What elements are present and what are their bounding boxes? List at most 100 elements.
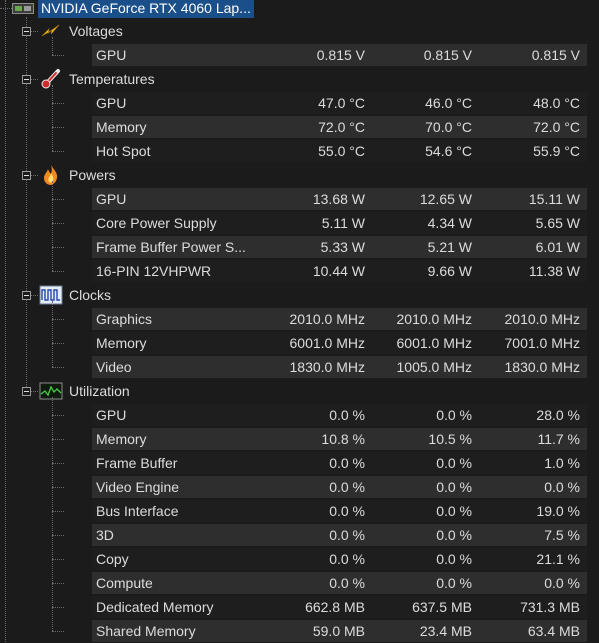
tree-connector — [52, 535, 64, 536]
sensor-value-max: 55.9 °C — [533, 143, 580, 159]
sensor-value-max: 1.0 % — [544, 455, 580, 471]
sensor-row[interactable]: Graphics 2010.0 MHz 2010.0 MHz 2010.0 MHz — [0, 307, 599, 331]
category-temperatures[interactable]: Temperatures — [0, 67, 599, 91]
sensor-value-max: 63.4 MB — [527, 623, 580, 639]
sensor-value-current: 59.0 MB — [312, 623, 365, 639]
sensor-value-current: 0.0 % — [329, 551, 365, 567]
sensor-value-min: 1005.0 MHz — [396, 359, 472, 375]
sensor-value-max: 0.0 % — [544, 575, 580, 591]
sensor-value-current: 5.33 W — [320, 239, 365, 255]
sensor-row[interactable]: Bus Interface 0.0 % 0.0 % 19.0 % — [0, 499, 599, 523]
sensor-value-current: 0.0 % — [329, 407, 365, 423]
tree-branch-line — [52, 37, 53, 55]
category-label: Powers — [69, 167, 116, 183]
sensor-row[interactable]: GPU 0.0 % 0.0 % 28.0 % — [0, 403, 599, 427]
sensor-value-max: 7.5 % — [544, 527, 580, 543]
sensor-value-min: 0.0 % — [436, 407, 472, 423]
sensor-row[interactable]: Shared Memory 59.0 MB 23.4 MB 63.4 MB — [0, 619, 599, 643]
thermometer-icon — [39, 68, 63, 90]
sensor-row[interactable]: Frame Buffer Power S... 5.33 W 5.21 W 6.01 … — [0, 235, 599, 259]
sensor-row[interactable]: Video Engine 0.0 % 0.0 % 0.0 % — [0, 475, 599, 499]
sensor-value-max: 0.0 % — [544, 479, 580, 495]
sensor-row[interactable]: GPU 13.68 W 12.65 W 15.11 W — [0, 187, 599, 211]
sensor-value-current: 662.8 MB — [305, 599, 365, 615]
sensor-value-max: 7001.0 MHz — [504, 335, 580, 351]
sensor-value-current: 0.815 V — [316, 47, 365, 63]
tree-connector — [31, 31, 38, 32]
sensor-row[interactable]: Copy 0.0 % 0.0 % 21.1 % — [0, 547, 599, 571]
gpu-root-node[interactable]: NVIDIA GeForce RTX 4060 Lap... — [0, 0, 599, 18]
sensor-name: Compute — [96, 575, 153, 591]
sensor-row[interactable]: 16-PIN 12VHPWR 10.44 W 9.66 W 11.38 W — [0, 259, 599, 283]
sensor-name: Frame Buffer Power S... — [96, 239, 246, 255]
sensor-row[interactable]: GPU 47.0 °C 46.0 °C 48.0 °C — [0, 91, 599, 115]
sensor-name: 16-PIN 12VHPWR — [96, 263, 212, 279]
tree-connector — [0, 8, 12, 9]
sensor-value-min: 0.0 % — [436, 551, 472, 567]
category-utilization[interactable]: Utilization — [0, 379, 599, 403]
sensor-value-max: 0.815 V — [531, 47, 580, 63]
lightning-icon — [39, 20, 63, 42]
sensor-value-current: 6001.0 MHz — [289, 335, 365, 351]
sensor-row[interactable]: Compute 0.0 % 0.0 % 0.0 % — [0, 571, 599, 595]
sensor-value-max: 5.65 W — [535, 215, 580, 231]
sensor-row[interactable]: GPU 0.815 V 0.815 V 0.815 V — [0, 43, 599, 67]
sensor-value-current: 0.0 % — [329, 455, 365, 471]
sensor-row[interactable]: Frame Buffer 0.0 % 0.0 % 1.0 % — [0, 451, 599, 475]
sensor-value-current: 1830.0 MHz — [289, 359, 365, 375]
sensor-name: Frame Buffer — [96, 455, 178, 471]
sensor-value-min: 54.6 °C — [425, 143, 472, 159]
sensor-value-min: 10.5 % — [428, 431, 472, 447]
sensor-name: 3D — [96, 527, 114, 543]
tree-branch-line — [52, 85, 53, 151]
collapse-toggle[interactable] — [22, 171, 31, 180]
sensor-value-min: 70.0 °C — [425, 119, 472, 135]
tree-connector — [52, 631, 64, 632]
sensor-name: Memory — [96, 335, 147, 351]
tree-connector — [31, 79, 38, 80]
category-voltages[interactable]: Voltages — [0, 19, 599, 43]
sensor-value-max: 15.11 W — [528, 191, 580, 207]
tree-connector — [52, 319, 64, 320]
tree-connector — [52, 487, 64, 488]
sensor-name: Shared Memory — [96, 623, 196, 639]
sensor-row[interactable]: Video 1830.0 MHz 1005.0 MHz 1830.0 MHz — [0, 355, 599, 379]
sensor-row[interactable]: Memory 72.0 °C 70.0 °C 72.0 °C — [0, 115, 599, 139]
collapse-toggle[interactable] — [22, 27, 31, 36]
sensor-value-max: 72.0 °C — [533, 119, 580, 135]
collapse-toggle[interactable] — [22, 387, 31, 396]
sensor-row[interactable]: Memory 10.8 % 10.5 % 11.7 % — [0, 427, 599, 451]
sensor-value-current: 2010.0 MHz — [289, 311, 365, 327]
sensor-value-max: 11.7 % — [537, 431, 580, 447]
sensor-row[interactable]: Core Power Supply 5.11 W 4.34 W 5.65 W — [0, 211, 599, 235]
category-clocks[interactable]: Clocks — [0, 283, 599, 307]
sensor-row[interactable]: Hot Spot 55.0 °C 54.6 °C 55.9 °C — [0, 139, 599, 163]
category-powers[interactable]: Powers — [0, 163, 599, 187]
sensor-row[interactable]: 3D 0.0 % 0.0 % 7.5 % — [0, 523, 599, 547]
sensor-value-min: 46.0 °C — [425, 95, 472, 111]
sensor-value-min: 9.66 W — [427, 263, 472, 279]
sensor-value-max: 6.01 W — [535, 239, 580, 255]
sensor-row[interactable]: Memory 6001.0 MHz 6001.0 MHz 7001.0 MHz — [0, 331, 599, 355]
sensor-value-min: 0.0 % — [436, 455, 472, 471]
sensor-value-max: 11.38 W — [528, 263, 580, 279]
tree-connector — [52, 55, 64, 56]
sensor-value-min: 23.4 MB — [419, 623, 472, 639]
sensor-name: Dedicated Memory — [96, 599, 214, 615]
sensor-value-min: 0.815 V — [423, 47, 472, 63]
gpu-root-title[interactable]: NVIDIA GeForce RTX 4060 Lap... — [38, 0, 254, 18]
tree-connector — [52, 151, 64, 152]
clock-pulse-icon — [39, 284, 63, 306]
sensor-value-current: 55.0 °C — [318, 143, 365, 159]
sensor-name: GPU — [96, 95, 127, 111]
sensor-value-min: 0.0 % — [436, 479, 472, 495]
collapse-toggle[interactable] — [22, 75, 31, 84]
sensor-row[interactable]: Dedicated Memory 662.8 MB 637.5 MB 731.3 MB — [0, 595, 599, 619]
sensor-value-current: 10.44 W — [312, 263, 365, 279]
tree-connector — [52, 127, 64, 128]
sensor-value-min: 2010.0 MHz — [396, 311, 472, 327]
tree-connector — [52, 511, 64, 512]
sensor-value-current: 0.0 % — [329, 479, 365, 495]
collapse-toggle[interactable] — [22, 291, 31, 300]
sensor-value-current: 5.11 W — [321, 215, 365, 231]
